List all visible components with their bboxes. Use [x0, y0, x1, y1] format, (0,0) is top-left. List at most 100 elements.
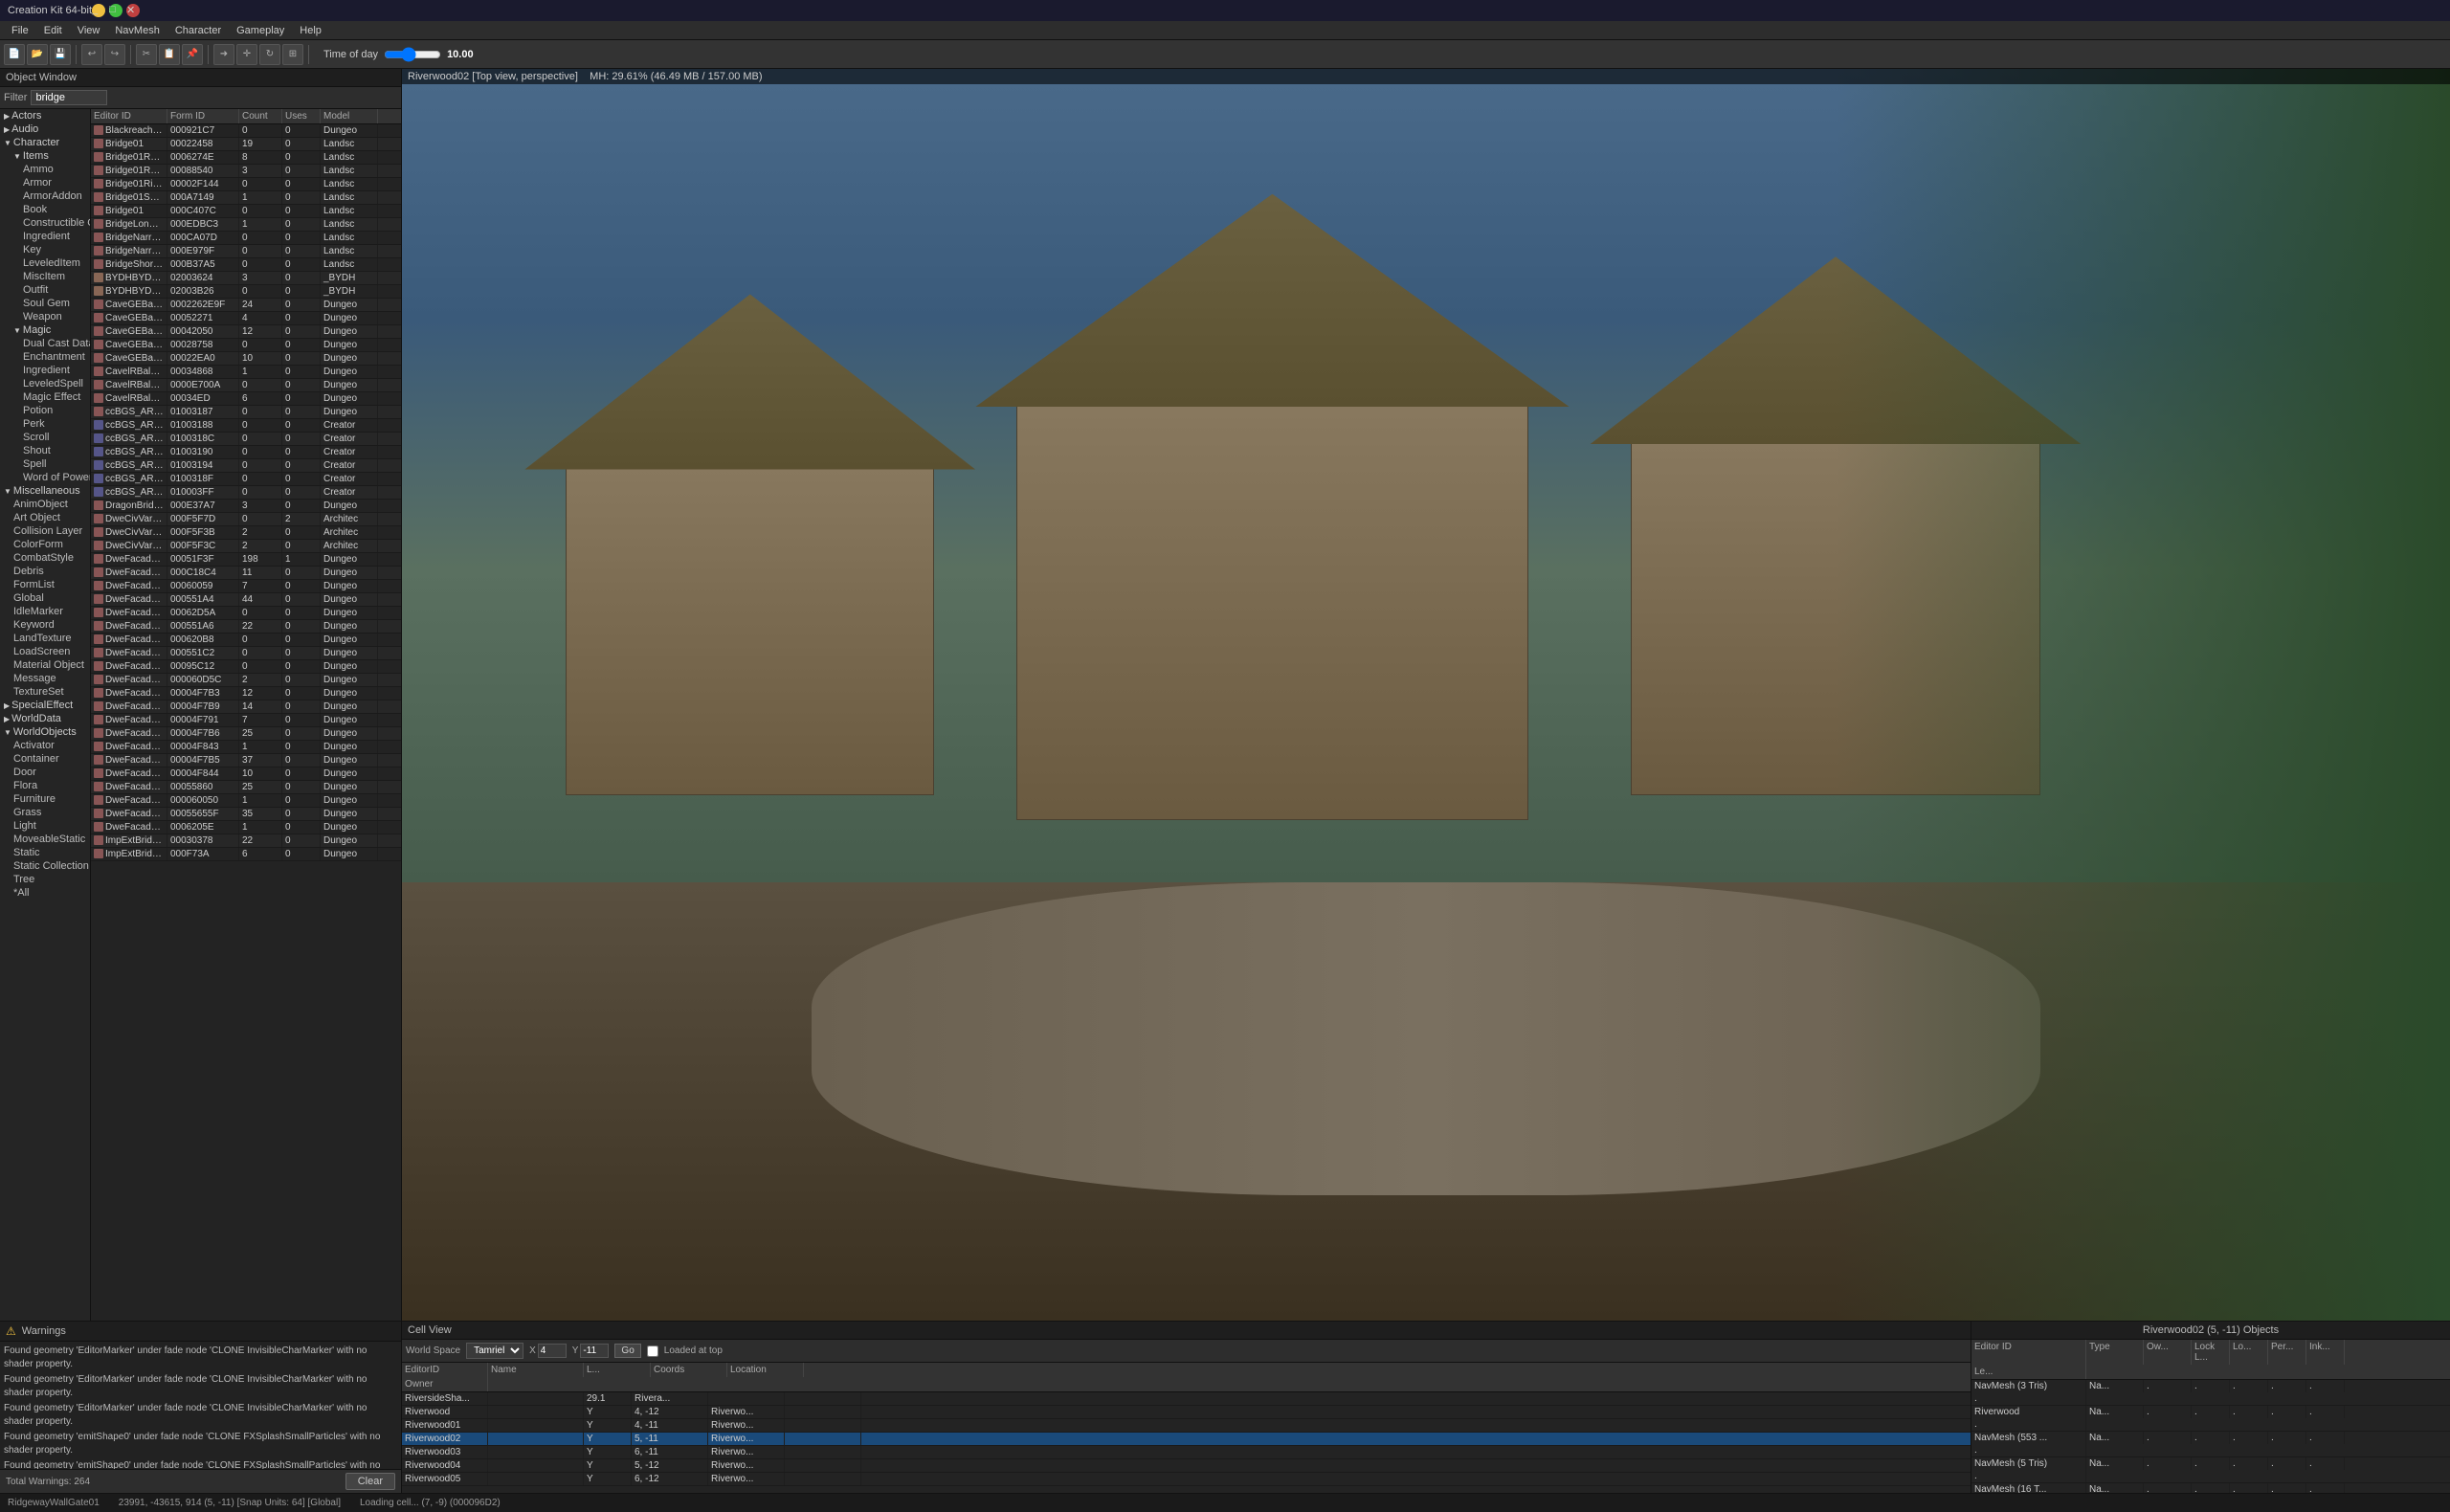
tree-leaf-word-of-power[interactable]: Word of Power — [19, 471, 90, 484]
menu-item-navmesh[interactable]: NavMesh — [107, 23, 167, 38]
object-row[interactable]: DweFacadeBridgeRampCDv01Snow 0006205E 1 … — [91, 821, 401, 834]
tree-leaf-enchantment[interactable]: Enchantment — [19, 350, 90, 364]
object-row[interactable]: DweFacadeBridgePartway01 00004F7B6 25 0 … — [91, 727, 401, 741]
tree-leaf-shout[interactable]: Shout — [19, 444, 90, 457]
object-row[interactable]: DweFacadeBridgeParVall01 00004F844 10 0 … — [91, 767, 401, 781]
minimize-button[interactable]: _ — [92, 4, 105, 17]
tree-group-header-miscellaneous[interactable]: Miscellaneous — [0, 484, 90, 498]
tree-leaf-armor[interactable]: Armor — [19, 176, 90, 189]
object-row[interactable]: DweFacadeBridgeCurve02Snow 000551C2 0 0 … — [91, 647, 401, 660]
cell-header-l[interactable]: L... — [584, 1363, 651, 1377]
object-row[interactable]: CaveGEBalconyShaftBridge01 0002262E9F 24… — [91, 299, 401, 312]
cell-row[interactable]: Riverwood03 Y 6, -11 Riverwo... — [402, 1446, 1971, 1459]
y-input[interactable] — [580, 1344, 609, 1358]
object-row[interactable]: CaveGEBalconyShaftBridge01 00022EA0 10 0… — [91, 352, 401, 366]
cell-header-owner[interactable]: Owner — [402, 1377, 488, 1391]
tree-leaf-dual-cast-data[interactable]: Dual Cast Data — [19, 337, 90, 350]
tree-leaf-potion[interactable]: Potion — [19, 404, 90, 417]
tree-leaf-*all[interactable]: *All — [10, 886, 90, 900]
undo-button[interactable]: ↩ — [81, 44, 102, 65]
object-row[interactable]: CaveGEBalconyShaftBridge01Walker 0005227… — [91, 312, 401, 325]
tree-leaf-keyword[interactable]: Keyword — [10, 618, 90, 632]
scale-button[interactable]: ⊞ — [282, 44, 303, 65]
filter-input[interactable] — [31, 90, 107, 105]
tree-group-header-character[interactable]: Character — [0, 136, 90, 149]
tree-leaf-leveledspell[interactable]: LeveledSpell — [19, 377, 90, 390]
tree-leaf-constructible-obj...[interactable]: Constructible Obj... — [19, 216, 90, 230]
cell-row[interactable]: Riverwood Y 4, -12 Riverwo... — [402, 1406, 1971, 1419]
rotate-button[interactable]: ↻ — [259, 44, 280, 65]
tree-leaf-spell[interactable]: Spell — [19, 457, 90, 471]
viewport[interactable]: Riverwood02 [Top view, perspective] MH: … — [402, 69, 2450, 1321]
redo-button[interactable]: ↪ — [104, 44, 125, 65]
info-header-le[interactable]: Le... — [1971, 1365, 2086, 1379]
object-row[interactable]: DweFacadeBridgePartway01 00004F7B9 14 0 … — [91, 700, 401, 714]
object-row[interactable]: DweCivVarBridgeLH01 000F5F7D 0 2 Archite… — [91, 513, 401, 526]
tree-group-header-audio[interactable]: Audio — [0, 122, 90, 136]
cell-header-coords[interactable]: Coords — [651, 1363, 727, 1377]
object-row[interactable]: ImpExtBridge01 00030378 22 0 Dungeo — [91, 834, 401, 848]
menu-item-view[interactable]: View — [70, 23, 108, 38]
object-row[interactable]: Bridge01 00022458 19 0 Landsc — [91, 138, 401, 151]
tree-leaf-grass[interactable]: Grass — [10, 806, 90, 819]
object-row[interactable]: Bridge01Snow 000A7149 1 0 Landsc — [91, 191, 401, 205]
object-row[interactable]: DweFacadeBridgeCurve03Snow 000060D5C 2 0… — [91, 674, 401, 687]
cell-header-name[interactable]: Name — [488, 1363, 584, 1377]
object-row[interactable]: ccBGS_ARPBBridgeEndTa01 01003194 0 0 Cre… — [91, 459, 401, 473]
tree-leaf-moveablestatic[interactable]: MoveableStatic — [10, 833, 90, 846]
tree-leaf-magic-effect[interactable]: Magic Effect — [19, 390, 90, 404]
info-row[interactable]: Riverwood Na... . . . . . . — [1971, 1406, 2450, 1432]
object-row[interactable]: DweFacadeBridgeRampCDv01Snow 00055655F 3… — [91, 808, 401, 821]
info-header-lockl[interactable]: Lock L... — [2192, 1340, 2230, 1365]
object-row[interactable]: ccBGS_ARPBBridgeEndCap01 01003190 0 0 Cr… — [91, 446, 401, 459]
header-count[interactable]: Count — [239, 109, 282, 123]
info-header-ow[interactable]: Ow... — [2144, 1340, 2192, 1365]
object-row[interactable]: CavelRBalconyShaftBridge01 00034868 1 0 … — [91, 366, 401, 379]
object-row[interactable]: DweFacadeBridgeCurve02Snow 000620B8 0 0 … — [91, 634, 401, 647]
tree-leaf-miscitem[interactable]: MiscItem — [19, 270, 90, 283]
tree-leaf-ammo[interactable]: Ammo — [19, 163, 90, 176]
object-row[interactable]: DweFacadeBridgeRampCDv01 00055860 25 0 D… — [91, 781, 401, 794]
warnings-content[interactable]: Found geometry 'EditorMarker' under fade… — [0, 1342, 401, 1469]
tree-leaf-perk[interactable]: Perk — [19, 417, 90, 431]
object-row[interactable]: Bridge01RiveBottom01 00002F144 0 0 Lands… — [91, 178, 401, 191]
object-row[interactable]: DweFacadeBridgePar3way01 00004F791 7 0 D… — [91, 714, 401, 727]
object-row[interactable]: ccBGS_ARPBBridgeGateFrame01 01003187 0 0… — [91, 406, 401, 419]
copy-button[interactable]: 📋 — [159, 44, 180, 65]
object-row[interactable]: BYDHBYDHNRiporchNBridge01 02003B26 0 0 _… — [91, 285, 401, 299]
menu-item-file[interactable]: File — [4, 23, 36, 38]
object-list-body[interactable]: BlackreachEBalconyShaftBridge01 000921C7… — [91, 124, 401, 1321]
tree-leaf-ingredient[interactable]: Ingredient — [19, 364, 90, 377]
tree-leaf-door[interactable]: Door — [10, 766, 90, 779]
tree-group-header-actors[interactable]: Actors — [0, 109, 90, 122]
tree-leaf-furniture[interactable]: Furniture — [10, 792, 90, 806]
object-row[interactable]: CaveGEBalconyShaftBridge01MassTEMP 00028… — [91, 339, 401, 352]
tree-leaf-message[interactable]: Message — [10, 672, 90, 685]
tree-leaf-static[interactable]: Static — [10, 846, 90, 859]
object-row[interactable]: DweFacadeBridge01Snow 00060059 7 0 Dunge… — [91, 580, 401, 593]
cell-row[interactable]: Riverwood02 Y 5, -11 Riverwo... — [402, 1433, 1971, 1446]
open-button[interactable]: 📂 — [27, 44, 48, 65]
select-button[interactable]: ➜ — [213, 44, 234, 65]
object-row[interactable]: DragonBridge01 000E37A7 3 0 Dungeo — [91, 500, 401, 513]
menu-item-help[interactable]: Help — [292, 23, 329, 38]
tree-leaf-art-object[interactable]: Art Object — [10, 511, 90, 524]
info-header-type[interactable]: Type — [2086, 1340, 2144, 1365]
menu-item-character[interactable]: Character — [167, 23, 229, 38]
header-form-id[interactable]: Form ID — [167, 109, 239, 123]
move-button[interactable]: ✛ — [236, 44, 257, 65]
cell-list-body[interactable]: RiversideSha... 29.1 Rivera... Riverwood… — [402, 1392, 1971, 1493]
cell-row[interactable]: Riverwood04 Y 5, -12 Riverwo... — [402, 1459, 1971, 1473]
tree-leaf-outfit[interactable]: Outfit — [19, 283, 90, 297]
tree-leaf-material-object[interactable]: Material Object — [10, 658, 90, 672]
info-row[interactable]: NavMesh (16 T... Na... . . . . . . — [1971, 1483, 2450, 1493]
new-button[interactable]: 📄 — [4, 44, 25, 65]
tree-leaf-colorform[interactable]: ColorForm — [10, 538, 90, 551]
tree-leaf-container[interactable]: Container — [10, 752, 90, 766]
tree-leaf-light[interactable]: Light — [10, 819, 90, 833]
close-button[interactable]: ✕ — [126, 4, 140, 17]
object-row[interactable]: ccBGS_ARWHalIStairBridge01 010003FF 0 0 … — [91, 486, 401, 500]
menu-item-edit[interactable]: Edit — [36, 23, 70, 38]
tree-leaf-ingredient[interactable]: Ingredient — [19, 230, 90, 243]
tree-leaf-soul-gem[interactable]: Soul Gem — [19, 297, 90, 310]
